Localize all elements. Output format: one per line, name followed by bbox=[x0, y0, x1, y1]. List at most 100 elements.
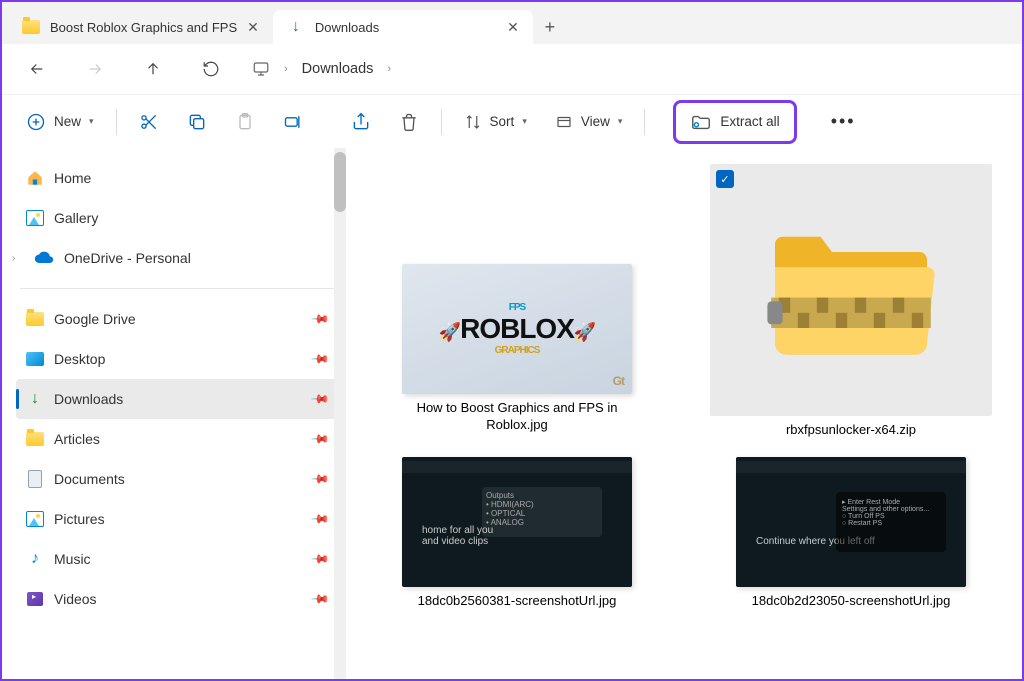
thumbnail bbox=[716, 170, 986, 410]
pin-icon[interactable]: 📌 bbox=[310, 469, 330, 489]
zip-folder-icon bbox=[756, 195, 946, 385]
file-item-selected[interactable]: ✓ rbxfpsunlocker-x64.zip bbox=[704, 164, 998, 439]
sidebar-label: Documents bbox=[54, 471, 125, 487]
new-tab-button[interactable]: + bbox=[533, 10, 567, 44]
file-item[interactable]: FPS 🚀ROBLOX🚀 GRAPHICS Gt How to Boost Gr… bbox=[370, 264, 664, 439]
scrollbar-thumb[interactable] bbox=[334, 152, 346, 212]
share-button[interactable] bbox=[341, 104, 381, 140]
sidebar-label: Desktop bbox=[54, 351, 105, 367]
thumb-text: ROBLOX bbox=[460, 313, 574, 344]
pin-icon[interactable]: 📌 bbox=[310, 389, 330, 409]
file-item[interactable]: home for all youand video clips Outputs•… bbox=[370, 457, 664, 610]
new-button[interactable]: New ▾ bbox=[16, 104, 104, 140]
sort-button[interactable]: Sort ▾ bbox=[454, 104, 537, 140]
pin-icon[interactable]: 📌 bbox=[310, 349, 330, 369]
sidebar-item-documents[interactable]: Documents 📌 bbox=[16, 459, 338, 499]
breadcrumb-location[interactable]: Downloads bbox=[302, 61, 374, 77]
sidebar-label: Videos bbox=[54, 591, 97, 607]
sidebar-label: Music bbox=[54, 551, 91, 567]
thumbnail: FPS 🚀ROBLOX🚀 GRAPHICS Gt bbox=[402, 264, 632, 394]
sidebar-item-articles[interactable]: Articles 📌 bbox=[16, 419, 338, 459]
extract-icon bbox=[690, 111, 712, 133]
pin-icon[interactable]: 📌 bbox=[310, 509, 330, 529]
pin-icon[interactable]: 📌 bbox=[310, 589, 330, 609]
tab-downloads[interactable]: ↓ Downloads ✕ bbox=[273, 10, 533, 44]
sidebar-label: Home bbox=[54, 170, 91, 186]
rename-icon bbox=[283, 112, 303, 132]
forward-button[interactable] bbox=[78, 52, 112, 86]
divider bbox=[441, 109, 442, 135]
close-icon[interactable]: ✕ bbox=[507, 19, 519, 36]
folder-icon bbox=[22, 18, 40, 36]
divider bbox=[20, 288, 334, 289]
music-icon: ♪ bbox=[26, 550, 44, 568]
breadcrumb[interactable]: › Downloads › bbox=[252, 60, 391, 78]
file-item[interactable]: Continue where you left off ▸ Enter Rest… bbox=[704, 457, 998, 610]
chevron-right-icon[interactable]: › bbox=[284, 63, 288, 75]
pin-icon[interactable]: 📌 bbox=[310, 549, 330, 569]
sidebar-item-videos[interactable]: Videos 📌 bbox=[16, 579, 338, 619]
rename-button[interactable] bbox=[273, 104, 313, 140]
view-icon bbox=[555, 113, 573, 131]
sidebar-item-google-drive[interactable]: Google Drive 📌 bbox=[16, 299, 338, 339]
sidebar-item-onedrive[interactable]: › OneDrive - Personal bbox=[16, 238, 338, 278]
navigation-bar: › Downloads › bbox=[2, 44, 1022, 94]
sidebar-item-music[interactable]: ♪ Music 📌 bbox=[16, 539, 338, 579]
sidebar-label: Pictures bbox=[54, 511, 105, 527]
close-icon[interactable]: ✕ bbox=[247, 19, 259, 36]
trash-icon bbox=[399, 112, 419, 132]
sidebar-label: OneDrive - Personal bbox=[64, 250, 191, 266]
extract-all-button[interactable]: Extract all bbox=[673, 100, 796, 144]
pin-icon[interactable]: 📌 bbox=[310, 429, 330, 449]
pin-icon[interactable]: 📌 bbox=[310, 309, 330, 329]
back-button[interactable] bbox=[20, 52, 54, 86]
thumb-text: Gt bbox=[613, 374, 624, 388]
view-button[interactable]: View ▾ bbox=[545, 104, 633, 140]
cut-button[interactable] bbox=[129, 104, 169, 140]
sidebar-item-home[interactable]: Home bbox=[16, 158, 338, 198]
copy-button[interactable] bbox=[177, 104, 217, 140]
chevron-down-icon: ▾ bbox=[89, 116, 94, 127]
paste-button[interactable] bbox=[225, 104, 265, 140]
sidebar: Home Gallery › OneDrive - Personal Googl… bbox=[2, 148, 346, 679]
scrollbar[interactable] bbox=[334, 148, 346, 679]
up-button[interactable] bbox=[136, 52, 170, 86]
file-name: 18dc0b2560381-screenshotUrl.jpg bbox=[418, 593, 617, 610]
pc-icon bbox=[252, 60, 270, 78]
sidebar-label: Google Drive bbox=[54, 311, 136, 327]
sidebar-item-pictures[interactable]: Pictures 📌 bbox=[16, 499, 338, 539]
chevron-down-icon: ▾ bbox=[618, 116, 623, 127]
folder-icon bbox=[26, 430, 44, 448]
home-icon bbox=[26, 169, 44, 187]
sidebar-item-desktop[interactable]: Desktop 📌 bbox=[16, 339, 338, 379]
plus-circle-icon bbox=[26, 112, 46, 132]
more-button[interactable]: ••• bbox=[821, 104, 866, 140]
chevron-right-icon[interactable]: › bbox=[12, 253, 15, 264]
scissors-icon bbox=[139, 112, 159, 132]
thumb-text: GRAPHICS bbox=[495, 345, 540, 356]
clipboard-icon bbox=[235, 112, 255, 132]
tab-bar: Boost Roblox Graphics and FPS ✕ ↓ Downlo… bbox=[2, 2, 1022, 44]
video-icon bbox=[26, 590, 44, 608]
sidebar-label: Downloads bbox=[54, 391, 123, 407]
copy-icon bbox=[187, 112, 207, 132]
delete-button[interactable] bbox=[389, 104, 429, 140]
tab-label: Downloads bbox=[315, 20, 379, 35]
download-icon: ↓ bbox=[26, 390, 44, 408]
tab-label: Boost Roblox Graphics and FPS bbox=[50, 20, 237, 35]
sidebar-label: Articles bbox=[54, 431, 100, 447]
refresh-button[interactable] bbox=[194, 52, 228, 86]
sort-icon bbox=[464, 113, 482, 131]
tab-boost-roblox[interactable]: Boost Roblox Graphics and FPS ✕ bbox=[8, 10, 273, 44]
chevron-right-icon[interactable]: › bbox=[387, 63, 391, 75]
file-name: How to Boost Graphics and FPS in Roblox.… bbox=[387, 400, 647, 434]
cloud-icon bbox=[34, 251, 54, 265]
divider bbox=[116, 109, 117, 135]
pictures-icon bbox=[26, 510, 44, 528]
thumb-text: FPS bbox=[509, 302, 525, 313]
download-icon: ↓ bbox=[287, 18, 305, 36]
file-name: 18dc0b2d23050-screenshotUrl.jpg bbox=[752, 593, 951, 610]
sidebar-item-gallery[interactable]: Gallery bbox=[16, 198, 338, 238]
sidebar-item-downloads[interactable]: ↓ Downloads 📌 bbox=[16, 379, 338, 419]
desktop-icon bbox=[26, 350, 44, 368]
